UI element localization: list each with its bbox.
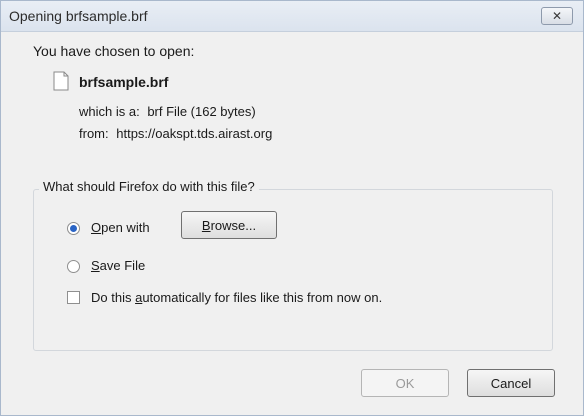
save-file-accel: S — [91, 258, 100, 273]
auto-action-pre: Do this — [91, 290, 136, 305]
ok-button[interactable]: OK — [361, 369, 449, 397]
file-type-label: which is a: — [79, 104, 140, 119]
open-with-accel: O — [91, 220, 102, 235]
auto-action-label[interactable]: Do this automatically for files like thi… — [91, 290, 382, 305]
open-with-radio[interactable] — [67, 222, 80, 235]
close-icon: ✕ — [551, 9, 563, 23]
action-group-legend: What should Firefox do with this file? — [39, 179, 259, 194]
close-button[interactable]: ✕ — [541, 7, 573, 25]
browse-button[interactable]: Browse... — [181, 211, 277, 239]
file-source-row: from: https://oakspt.tds.airast.org — [79, 126, 272, 141]
radio-selected-dot — [70, 225, 77, 232]
file-type-row: which is a: brf File (162 bytes) — [79, 104, 256, 119]
file-source-value: https://oakspt.tds.airast.org — [116, 126, 273, 141]
open-with-label[interactable]: Open with — [91, 220, 150, 235]
cancel-button[interactable]: Cancel — [467, 369, 555, 397]
download-dialog: Opening brfsample.brf ✕ You have chosen … — [0, 0, 584, 416]
save-file-text: ave File — [99, 258, 146, 273]
browse-text: rowse... — [210, 217, 257, 233]
open-with-text: pen with — [101, 220, 150, 235]
save-file-radio[interactable] — [67, 260, 80, 273]
browse-accel: B — [201, 217, 211, 233]
file-icon — [53, 71, 69, 91]
save-file-label[interactable]: Save File — [91, 258, 145, 273]
file-source-label: from: — [79, 126, 109, 141]
intro-heading: You have chosen to open: — [33, 43, 195, 59]
title-bar[interactable]: Opening brfsample.brf ✕ — [1, 1, 583, 32]
file-name: brfsample.brf — [79, 74, 169, 90]
window-title: Opening brfsample.brf — [9, 8, 148, 24]
file-type-value: brf File (162 bytes) — [147, 104, 256, 119]
auto-action-checkbox[interactable] — [67, 291, 80, 304]
auto-action-text: utomatically for files like this from no… — [142, 290, 383, 305]
